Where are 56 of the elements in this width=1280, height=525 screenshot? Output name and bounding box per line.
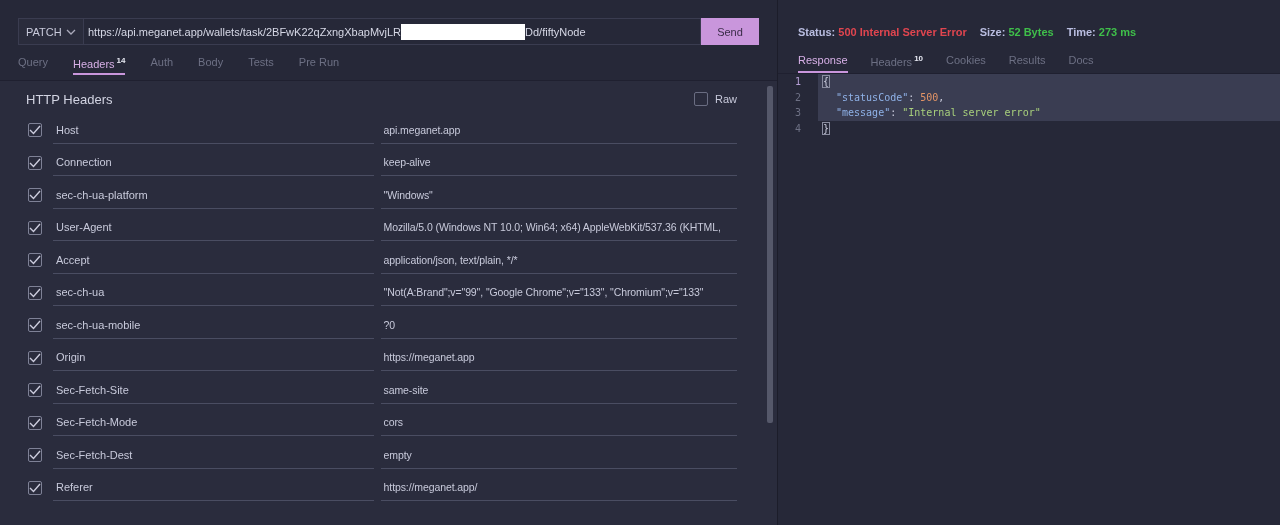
- line-number: 3: [794, 107, 802, 119]
- header-name-field[interactable]: Accept: [53, 246, 374, 274]
- line-number: 2: [794, 91, 802, 103]
- header-checkbox[interactable]: [28, 448, 42, 463]
- status-value: 52 Bytes: [1008, 26, 1054, 38]
- status-label: Time:: [1066, 26, 1096, 38]
- header-checkbox[interactable]: [28, 188, 42, 203]
- header-value-field[interactable]: Mozilla/5.0 (Windows NT 10.0; Win64; x64) AppleWebKit/537.36 (KHTML,: [380, 214, 737, 242]
- line-number: 1: [794, 76, 802, 88]
- send-button[interactable]: Send: [701, 18, 759, 45]
- header-checkbox[interactable]: [28, 415, 42, 430]
- response-tab[interactable]: Headers $^{10}$: [870, 51, 924, 73]
- raw-label: Raw: [715, 93, 737, 105]
- header-checkbox[interactable]: [28, 285, 42, 300]
- status-value: 500 Internal Server Error: [838, 26, 967, 38]
- header-value-field[interactable]: https://meganet.app: [380, 344, 737, 372]
- chevron-down-icon: [66, 28, 76, 35]
- header-value-field[interactable]: "Not(A:Brand";v="99", "Google Chrome";v="133", "Chromium";v="133": [380, 279, 737, 307]
- header-value-field[interactable]: https://meganet.app/: [380, 474, 737, 502]
- header-name-field[interactable]: sec-ch-ua-mobile: [53, 311, 374, 339]
- header-name-field[interactable]: Origin: [53, 344, 374, 372]
- header-value-field[interactable]: same-site: [380, 376, 737, 404]
- header-name-field[interactable]: Connection: [53, 149, 374, 177]
- header-checkbox[interactable]: [28, 220, 42, 235]
- line-number: 4: [794, 122, 802, 134]
- header-name-field[interactable]: sec-ch-ua: [53, 279, 374, 307]
- header-checkbox[interactable]: [28, 383, 42, 398]
- header-name-field[interactable]: Sec-Fetch-Site: [53, 376, 374, 404]
- header-value-field[interactable]: ?0: [380, 311, 737, 339]
- header-name-field[interactable]: Referer: [53, 474, 374, 502]
- header-name-field[interactable]: Sec-Fetch-Mode: [53, 409, 374, 437]
- status-value: 273 ms: [1098, 26, 1137, 38]
- raw-checkbox[interactable]: [694, 92, 708, 106]
- method-dropdown[interactable]: PATCH: [18, 18, 84, 45]
- panel-title: HTTP Headers: [26, 91, 113, 107]
- status-label: Size:: [979, 26, 1006, 38]
- header-value-field[interactable]: cors: [380, 409, 737, 437]
- header-checkbox[interactable]: [28, 123, 42, 138]
- header-value-field[interactable]: keep-alive: [380, 149, 737, 177]
- header-value-field[interactable]: api.meganet.app: [380, 116, 737, 144]
- header-value-field[interactable]: empty: [380, 441, 737, 469]
- header-checkbox[interactable]: [28, 318, 42, 333]
- header-checkbox[interactable]: [28, 155, 42, 170]
- header-name-field[interactable]: User-Agent: [53, 214, 374, 242]
- header-checkbox[interactable]: [28, 480, 42, 495]
- header-name-field[interactable]: Host: [53, 116, 374, 144]
- header-value-field[interactable]: "Windows": [380, 181, 737, 209]
- header-value-field[interactable]: application/json, text/plain, */*: [380, 246, 737, 274]
- url-field[interactable]: https://api.meganet.app/wallets/task/2BFwK22qZxngXbapMvjLR Dd/fiftyNode: [84, 18, 701, 45]
- scrollbar[interactable]: [767, 86, 773, 423]
- header-checkbox[interactable]: [28, 253, 42, 268]
- status-label: Status:: [798, 26, 836, 38]
- header-name-field[interactable]: sec-ch-ua-platform: [53, 181, 374, 209]
- header-name-field[interactable]: Sec-Fetch-Dest: [53, 441, 374, 469]
- header-checkbox[interactable]: [28, 350, 42, 365]
- request-tab[interactable]: Headers $^{14}$: [72, 53, 126, 75]
